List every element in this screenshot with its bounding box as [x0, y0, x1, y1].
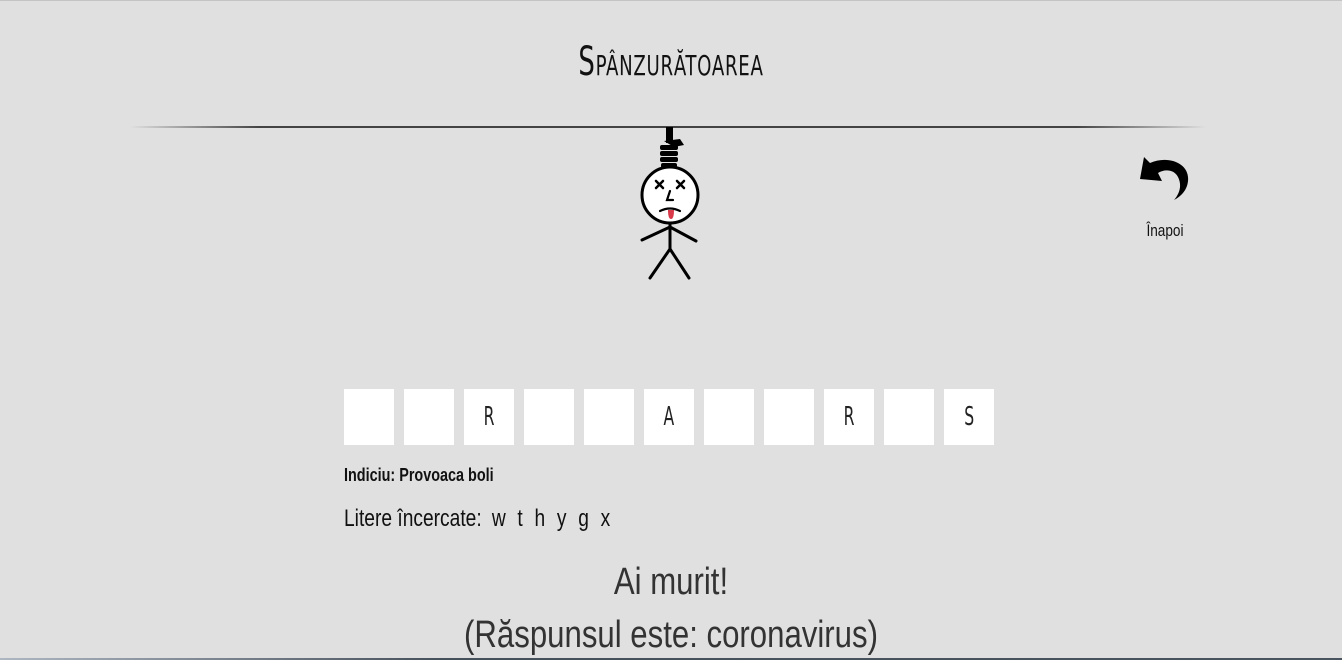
- back-label: Înapoi: [1146, 221, 1184, 240]
- letter-slot: [344, 389, 394, 445]
- tried-letters: w t h y g x: [491, 505, 614, 532]
- letter-slot: A: [644, 389, 694, 445]
- tried-prefix: Litere încercate:: [344, 505, 482, 532]
- letter-slot: [764, 389, 814, 445]
- hint-text: Provoaca boli: [399, 465, 494, 485]
- hangman-figure: [640, 127, 700, 280]
- letter-slot-char: S: [964, 402, 974, 432]
- tried-letters-line: Litere încercate: w t h y g x: [344, 505, 613, 533]
- letter-slot: [404, 389, 454, 445]
- legs: [648, 247, 691, 280]
- letter-slot-char: A: [663, 402, 675, 432]
- letter-slot: [524, 389, 574, 445]
- letter-slot-char: R: [843, 402, 855, 432]
- undo-arrow-icon: [1140, 157, 1189, 200]
- letter-slot: R: [824, 389, 874, 445]
- letter-slot-char: R: [483, 402, 495, 432]
- game-page: Spânzurătoarea Înapoi R A R S Indiciu: P…: [0, 0, 1342, 660]
- result-message: Ai murit!: [613, 561, 729, 603]
- answer-message: (Răspunsul este: coronavirus): [464, 614, 878, 656]
- word-slots: RARS: [344, 389, 994, 445]
- letter-slot: [884, 389, 934, 445]
- page-title: Spânzurătoarea: [578, 39, 764, 85]
- letter-slot: R: [464, 389, 514, 445]
- back-button[interactable]: Înapoi: [1128, 149, 1202, 241]
- letter-slot: [584, 389, 634, 445]
- hint-prefix: Indiciu:: [344, 465, 396, 485]
- letter-slot: [704, 389, 754, 445]
- hint-line: Indiciu: Provoaca boli: [344, 465, 494, 486]
- letter-slot: S: [944, 389, 994, 445]
